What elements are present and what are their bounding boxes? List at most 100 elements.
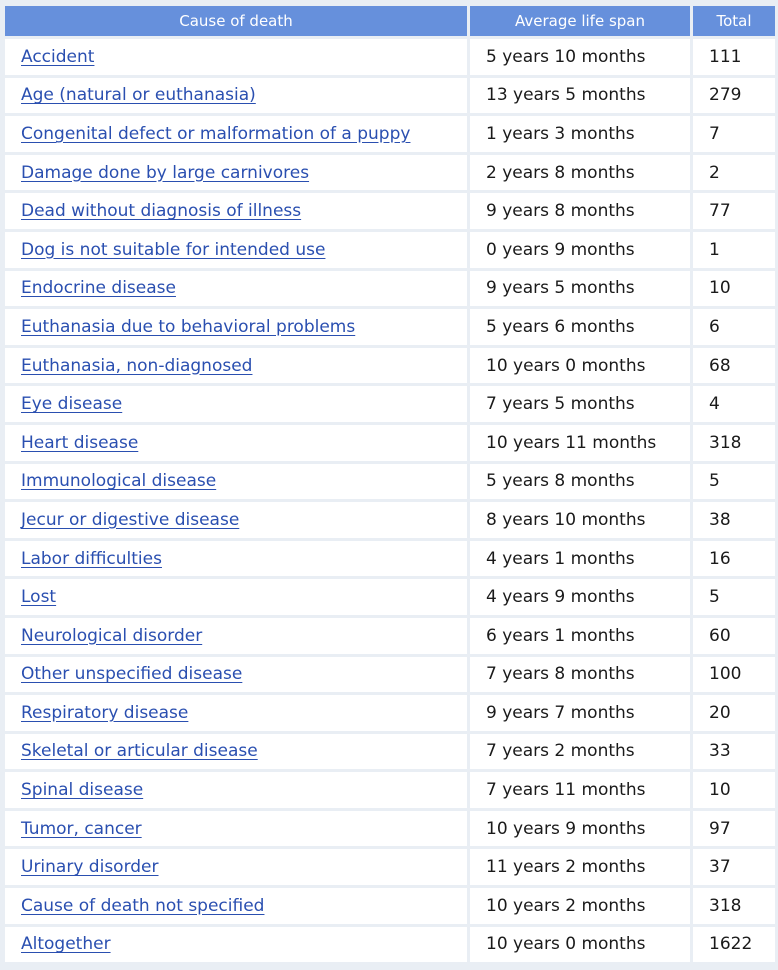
cause-link[interactable]: Neurological disorder [21, 626, 202, 646]
cause-cell: Neurological disorder [5, 617, 467, 654]
total-cell: 2 [693, 154, 775, 191]
cause-link[interactable]: Damage done by large carnivores [21, 163, 309, 183]
cause-of-death-table: Cause of death Average life span Total A… [2, 3, 778, 965]
total-cell: 68 [693, 347, 775, 384]
average-life-span-cell: 5 years 6 months [470, 309, 690, 345]
average-life-span-cell: 9 years 8 months [470, 193, 690, 229]
cause-cell: Congenital defect or malformation of a p… [5, 116, 467, 152]
cause-cell: Urinary disorder [5, 849, 467, 886]
cause-cell: Spinal disease [5, 772, 467, 808]
cause-link[interactable]: Labor difficulties [21, 549, 162, 569]
table-row: Labor difficulties 4 years 1 months 16 [5, 540, 775, 577]
average-life-span-cell: 11 years 2 months [470, 849, 690, 886]
cause-link[interactable]: Eye disease [21, 394, 122, 414]
total-cell: 97 [693, 810, 775, 847]
cause-cell: Dog is not suitable for intended use [5, 231, 467, 268]
cause-link[interactable]: Spinal disease [21, 780, 143, 800]
cause-cell: Heart disease [5, 424, 467, 461]
table-row: Immunological disease 5 years 8 months 5 [5, 463, 775, 500]
average-life-span-cell: 7 years 5 months [470, 386, 690, 422]
cause-link[interactable]: Endocrine disease [21, 278, 176, 298]
cause-link[interactable]: Euthanasia, non-diagnosed [21, 356, 252, 376]
total-cell: 1 [693, 231, 775, 268]
cause-link[interactable]: Altogether [21, 934, 111, 954]
cause-link[interactable]: Dog is not suitable for intended use [21, 240, 325, 260]
cause-cell: Damage done by large carnivores [5, 154, 467, 191]
total-cell: 279 [693, 77, 775, 114]
cause-link[interactable]: Accident [21, 47, 94, 67]
table-row: Euthanasia due to behavioral problems 5 y… [5, 309, 775, 345]
total-cell: 5 [693, 463, 775, 500]
average-life-span-cell: 9 years 5 months [470, 270, 690, 307]
table-row: Skeletal or articular disease 7 years 2 m… [5, 733, 775, 770]
total-cell: 111 [693, 39, 775, 75]
cause-link[interactable]: Skeletal or articular disease [21, 741, 258, 761]
page: Cause of death Average life span Total A… [0, 0, 778, 970]
total-cell: 77 [693, 193, 775, 229]
cause-link[interactable]: Heart disease [21, 433, 138, 453]
total-cell: 100 [693, 656, 775, 693]
table-row: Dog is not suitable for intended use 0 ye… [5, 231, 775, 268]
table-header-row: Cause of death Average life span Total [5, 6, 775, 36]
total-cell: 20 [693, 695, 775, 731]
cause-cell: Endocrine disease [5, 270, 467, 307]
average-life-span-cell: 10 years 9 months [470, 810, 690, 847]
average-life-span-cell: 8 years 10 months [470, 502, 690, 538]
cause-link[interactable]: Other unspecified disease [21, 664, 242, 684]
total-cell: 10 [693, 772, 775, 808]
table-row: Dead without diagnosis of illness 9 years… [5, 193, 775, 229]
cause-cell: Skeletal or articular disease [5, 733, 467, 770]
average-life-span-cell: 10 years 11 months [470, 424, 690, 461]
cause-link[interactable]: Jecur or digestive disease [21, 510, 239, 530]
average-life-span-cell: 13 years 5 months [470, 77, 690, 114]
table-row: Eye disease 7 years 5 months 4 [5, 386, 775, 422]
table-row: Euthanasia, non-diagnosed 10 years 0 mont… [5, 347, 775, 384]
cause-link[interactable]: Dead without diagnosis of illness [21, 201, 301, 221]
average-life-span-cell: 5 years 8 months [470, 463, 690, 500]
cause-link[interactable]: Urinary disorder [21, 857, 159, 877]
cause-link[interactable]: Lost [21, 587, 56, 607]
average-life-span-cell: 2 years 8 months [470, 154, 690, 191]
cause-link[interactable]: Respiratory disease [21, 703, 188, 723]
table-body: Accident 5 years 10 months 111 Age (natural… [5, 39, 775, 963]
average-life-span-cell: 5 years 10 months [470, 39, 690, 75]
table-row: Altogether 10 years 0 months 1622 [5, 926, 775, 963]
table-row: Tumor, cancer 10 years 9 months 97 [5, 810, 775, 847]
cause-link[interactable]: Immunological disease [21, 471, 216, 491]
table-row: Neurological disorder 6 years 1 months 60 [5, 617, 775, 654]
cause-link[interactable]: Congenital defect or malformation of a p… [21, 124, 410, 144]
average-life-span-cell: 10 years 2 months [470, 888, 690, 924]
table-row: Damage done by large carnivores 2 years 8… [5, 154, 775, 191]
total-cell: 10 [693, 270, 775, 307]
cause-link[interactable]: Euthanasia due to behavioral problems [21, 317, 355, 337]
cause-cell: Other unspecified disease [5, 656, 467, 693]
average-life-span-cell: 7 years 2 months [470, 733, 690, 770]
average-life-span-cell: 7 years 11 months [470, 772, 690, 808]
table-row: Urinary disorder 11 years 2 months 37 [5, 849, 775, 886]
average-life-span-cell: 9 years 7 months [470, 695, 690, 731]
cause-cell: Cause of death not specified [5, 888, 467, 924]
average-life-span-cell: 0 years 9 months [470, 231, 690, 268]
table-row: Accident 5 years 10 months 111 [5, 39, 775, 75]
column-header-total: Total [693, 6, 775, 36]
cause-cell: Altogether [5, 926, 467, 963]
total-cell: 60 [693, 617, 775, 654]
table-row: Jecur or digestive disease 8 years 10 mon… [5, 502, 775, 538]
table-row: Age (natural or euthanasia) 13 years 5 mo… [5, 77, 775, 114]
cause-cell: Euthanasia, non-diagnosed [5, 347, 467, 384]
total-cell: 33 [693, 733, 775, 770]
total-cell: 38 [693, 502, 775, 538]
cause-link[interactable]: Age (natural or euthanasia) [21, 85, 256, 105]
cause-cell: Euthanasia due to behavioral problems [5, 309, 467, 345]
cause-link[interactable]: Cause of death not specified [21, 896, 264, 916]
cause-link[interactable]: Tumor, cancer [21, 819, 142, 839]
average-life-span-cell: 4 years 1 months [470, 540, 690, 577]
total-cell: 6 [693, 309, 775, 345]
table-row: Other unspecified disease 7 years 8 month… [5, 656, 775, 693]
table-row: Respiratory disease 9 years 7 months 20 [5, 695, 775, 731]
table-row: Endocrine disease 9 years 5 months 10 [5, 270, 775, 307]
cause-cell: Accident [5, 39, 467, 75]
table-row: Congenital defect or malformation of a p… [5, 116, 775, 152]
total-cell: 7 [693, 116, 775, 152]
total-cell: 16 [693, 540, 775, 577]
